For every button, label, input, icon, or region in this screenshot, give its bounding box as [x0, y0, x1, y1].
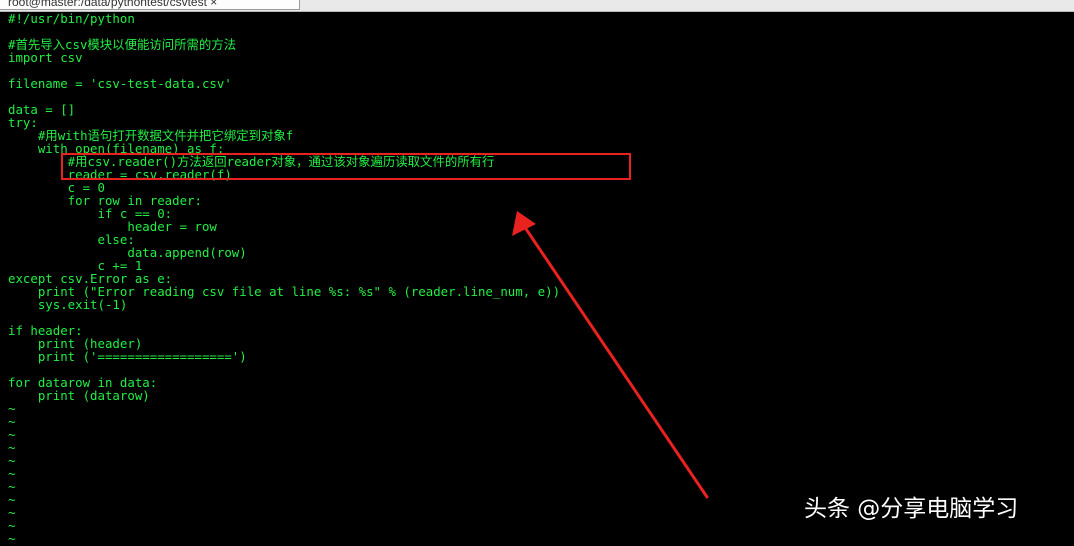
watermark-text: 头条 @分享电脑学习	[804, 496, 1019, 522]
arrow-shaft	[522, 224, 709, 499]
arrow-head	[512, 211, 536, 236]
annotation-arrow-icon	[512, 211, 709, 499]
